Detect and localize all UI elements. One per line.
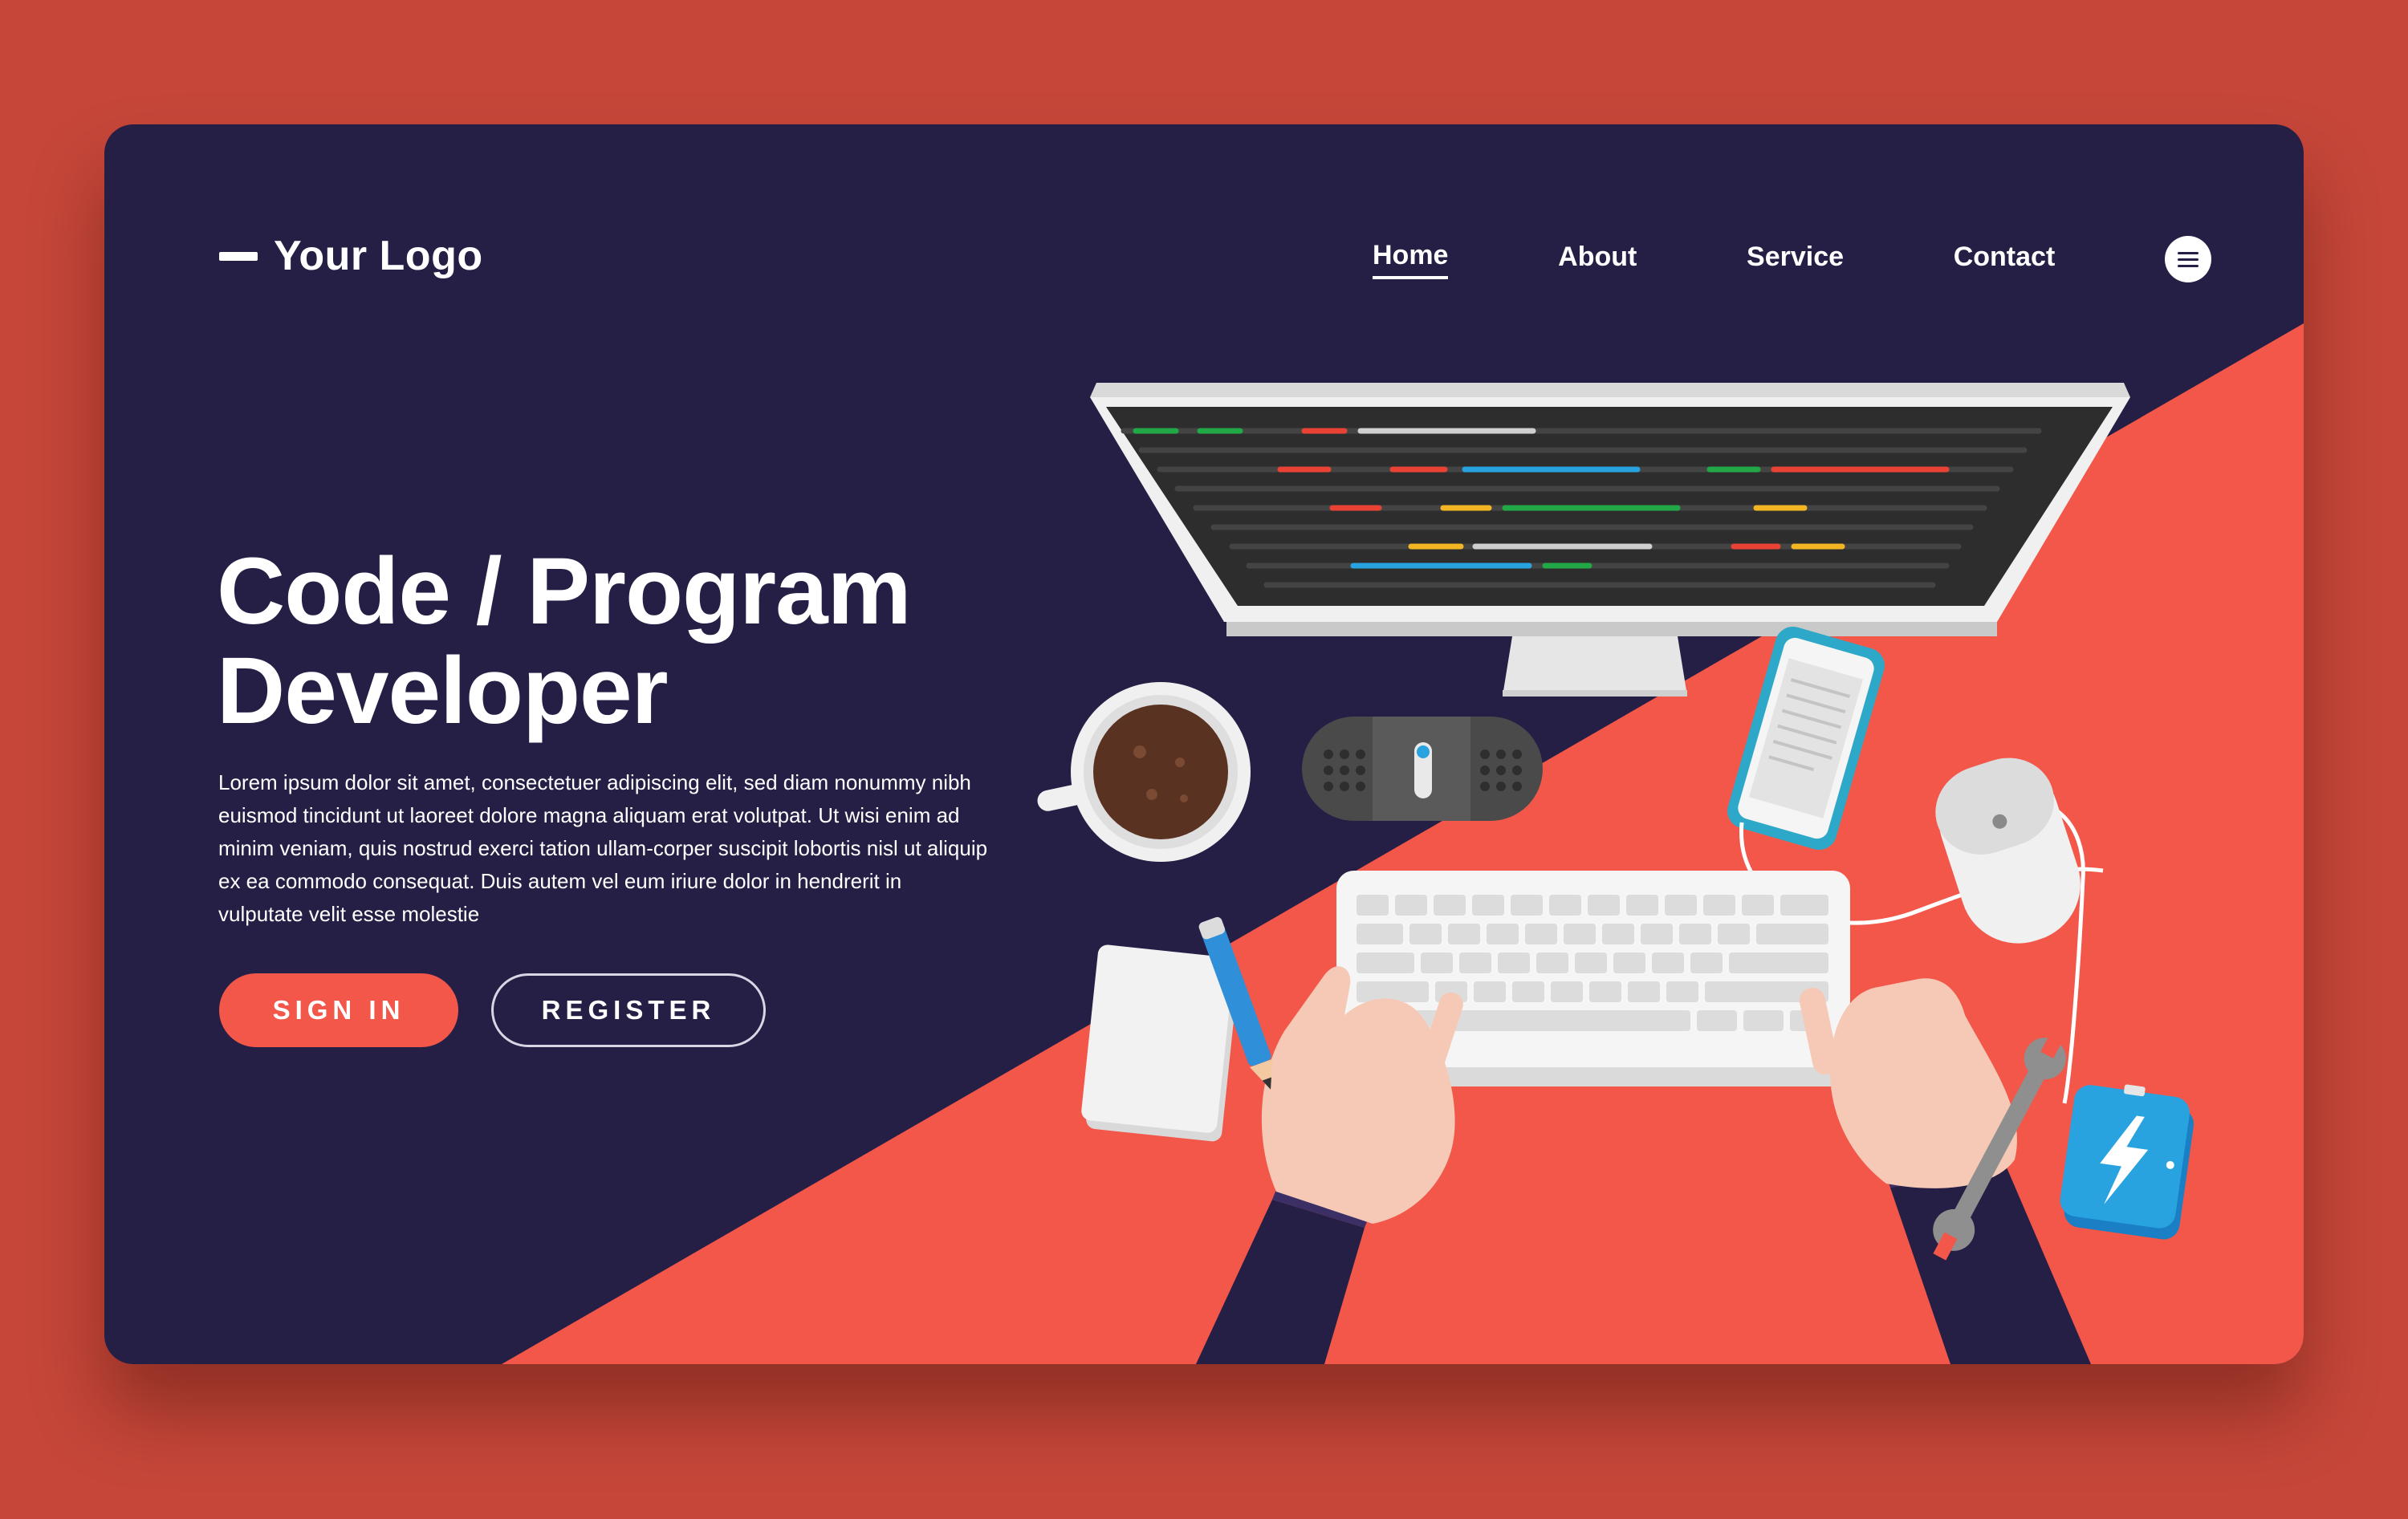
power-bank-icon	[2060, 1084, 2194, 1240]
nav-service[interactable]: Service	[1747, 242, 1844, 278]
hero-description: Lorem ipsum dolor sit amet, consectetuer…	[218, 770, 988, 926]
logo-dash-icon	[219, 251, 258, 261]
speaker-icon	[1302, 717, 1543, 821]
nav-about[interactable]: About	[1558, 242, 1637, 278]
hero-title: Code / Program Developer	[217, 542, 1100, 741]
nav-contact[interactable]: Contact	[1954, 242, 2056, 278]
landing-card: Your Logo Home About Service Contact Cod…	[104, 124, 2304, 1364]
main-nav: Home About Service Contact	[1373, 235, 2211, 283]
hamburger-menu-icon[interactable]	[2164, 236, 2211, 282]
hero-title-line1: Code / Program	[217, 538, 912, 644]
logo-text: Your Logo	[274, 233, 483, 279]
sign-in-button[interactable]: SIGN IN	[219, 973, 458, 1047]
illustration	[502, 323, 2304, 1364]
hero-title-line2: Developer	[217, 638, 669, 744]
nav-home[interactable]: Home	[1373, 240, 1449, 279]
logo[interactable]: Your Logo	[219, 232, 483, 280]
register-button[interactable]: REGISTER	[491, 973, 766, 1047]
